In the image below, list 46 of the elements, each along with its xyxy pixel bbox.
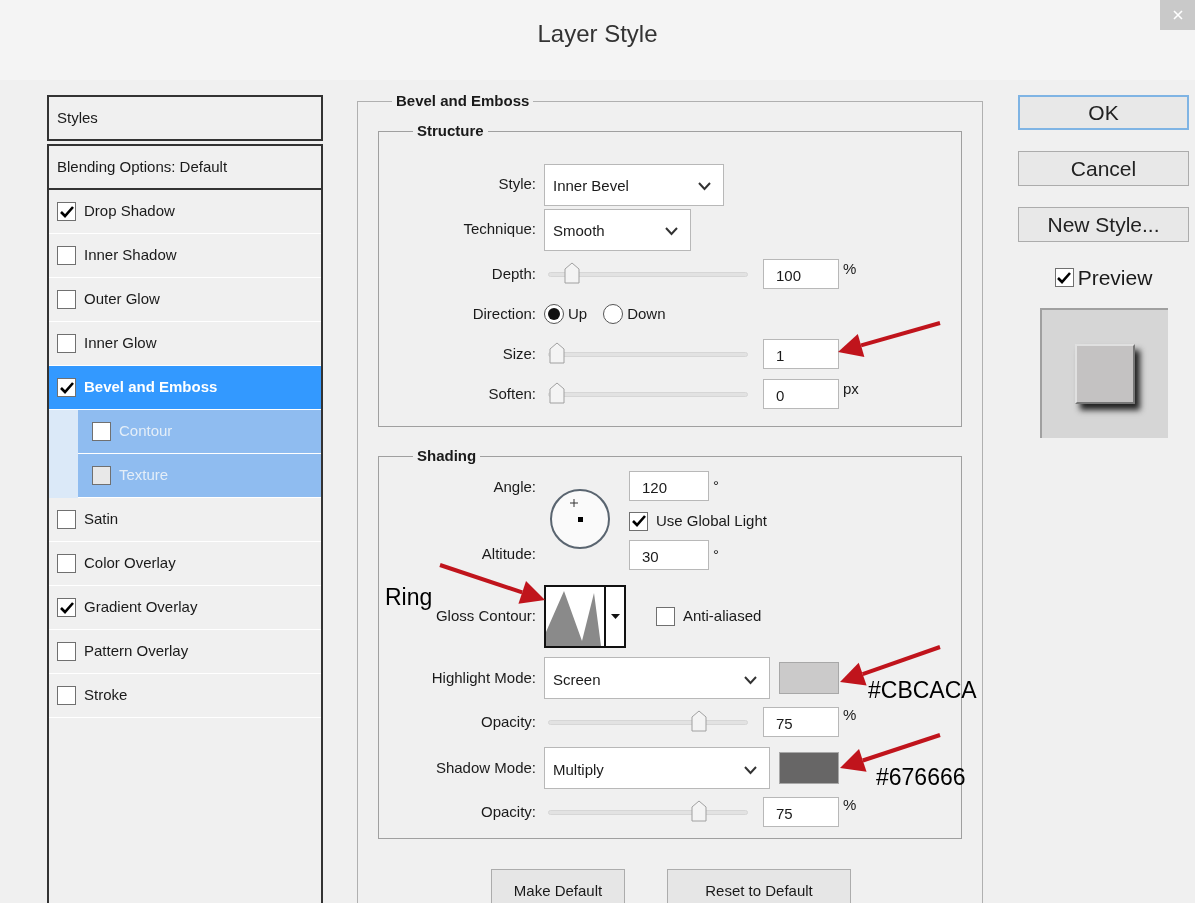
field-label: Soften: <box>488 384 536 402</box>
dialog-button[interactable]: Cancel <box>1018 151 1189 186</box>
field-label: Technique: <box>463 220 536 238</box>
field-label: Angle: <box>493 477 536 497</box>
annotation-label: #676666 <box>876 763 966 792</box>
field-label: Altitude: <box>481 543 536 564</box>
number-field[interactable]: 1 <box>763 339 839 369</box>
blending-options-item[interactable]: Blending Options: Default <box>47 144 323 190</box>
number-field[interactable]: 120 <box>629 471 709 501</box>
radio-option[interactable]: Up <box>544 302 588 326</box>
styles-header[interactable]: Styles <box>47 95 323 141</box>
dialog-button[interactable]: New Style... <box>1018 207 1189 242</box>
field-label: Opacity: <box>480 802 536 820</box>
number-field[interactable]: 75 <box>763 797 839 827</box>
field-label: Size: <box>502 344 536 362</box>
annotation-label: Ring <box>385 583 433 612</box>
annotation-label: #CBCACA <box>868 676 977 705</box>
checkbox-label: Preview <box>1077 265 1153 291</box>
dropdown[interactable]: Multiply <box>544 747 770 789</box>
checkbox-label: Anti-aliased <box>683 605 762 626</box>
field-label: Gloss Contour: <box>435 606 536 624</box>
unit-label: % <box>843 705 857 725</box>
field-label: Direction: <box>472 304 536 322</box>
number-field[interactable]: 75 <box>763 707 839 737</box>
dialog-button[interactable]: Reset to Default <box>667 869 851 903</box>
dropdown[interactable]: Inner Bevel <box>544 163 724 206</box>
dialog-button[interactable]: OK <box>1018 95 1189 130</box>
dialog-button[interactable]: Make Default <box>491 869 625 903</box>
unit-label: % <box>843 259 857 279</box>
checkbox-label: Use Global Light <box>656 510 767 531</box>
unit-label: ° <box>713 476 719 496</box>
dropdown[interactable]: Screen <box>544 657 770 699</box>
field-label: Highlight Mode: <box>431 668 536 686</box>
window-title: Layer Style <box>537 19 658 49</box>
number-field[interactable]: 0 <box>763 379 839 409</box>
unit-label: % <box>843 795 857 815</box>
radio-option[interactable]: Down <box>603 302 666 326</box>
field-label: Opacity: <box>480 712 536 730</box>
field-label: Style: <box>498 175 536 193</box>
field-label: Depth: <box>491 264 536 282</box>
field-label: Shadow Mode: <box>435 758 536 776</box>
unit-label: px <box>843 379 859 399</box>
dropdown[interactable]: Smooth <box>544 208 691 251</box>
number-field[interactable]: 100 <box>763 259 839 289</box>
unit-label: ° <box>713 545 719 565</box>
number-field[interactable]: 30 <box>629 540 709 570</box>
